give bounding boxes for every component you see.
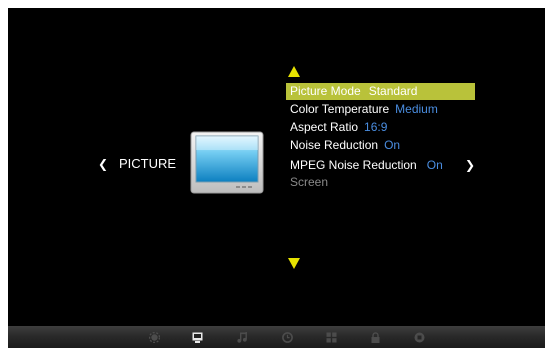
tv-picture-icon xyxy=(190,131,264,194)
menu-item-mpeg-noise-reduction[interactable]: MPEG Noise Reduction On xyxy=(286,157,443,174)
menu-item-label: Picture Mode xyxy=(290,84,361,98)
menu-item-label: MPEG Noise Reduction xyxy=(290,158,417,172)
menu-item-value: Standard xyxy=(368,84,418,98)
lock-icon[interactable] xyxy=(369,331,381,343)
menu-item-label: Noise Reduction xyxy=(290,138,379,152)
nav-right-arrow-icon[interactable]: ❯ xyxy=(465,158,475,172)
menu-item-noise-reduction[interactable]: Noise Reduction On xyxy=(286,137,400,154)
time-icon[interactable] xyxy=(281,331,293,343)
menu-item-value: On xyxy=(384,138,401,152)
menu-item-aspect-ratio[interactable]: Aspect Ratio 16:9 xyxy=(286,119,387,136)
menu-item-color-temperature[interactable]: Color Temperature Medium xyxy=(286,101,438,118)
menu-item-screen: Screen xyxy=(286,174,328,191)
usb-icon[interactable] xyxy=(413,331,425,343)
menu-item-value: On xyxy=(426,158,443,172)
menu-item-value: 16:9 xyxy=(364,120,388,134)
menu-item-label: Color Temperature xyxy=(290,102,390,116)
picture-icon[interactable] xyxy=(191,331,203,343)
channel-icon[interactable] xyxy=(148,331,160,343)
menu-item-label: Screen xyxy=(290,175,329,189)
setup-icon[interactable] xyxy=(325,331,337,343)
scroll-up-arrow-icon[interactable] xyxy=(288,66,300,77)
menu-category-title: PICTURE xyxy=(119,156,177,171)
scroll-down-arrow-icon[interactable] xyxy=(288,258,300,269)
menu-item-value: Medium xyxy=(395,102,438,116)
menu-tab-bar xyxy=(8,326,545,348)
nav-left-arrow-icon[interactable]: ❮ xyxy=(98,157,108,171)
menu-item-picture-mode[interactable]: Picture Mode Standard xyxy=(286,83,475,100)
sound-icon[interactable] xyxy=(236,331,248,343)
menu-item-label: Aspect Ratio xyxy=(290,120,359,134)
